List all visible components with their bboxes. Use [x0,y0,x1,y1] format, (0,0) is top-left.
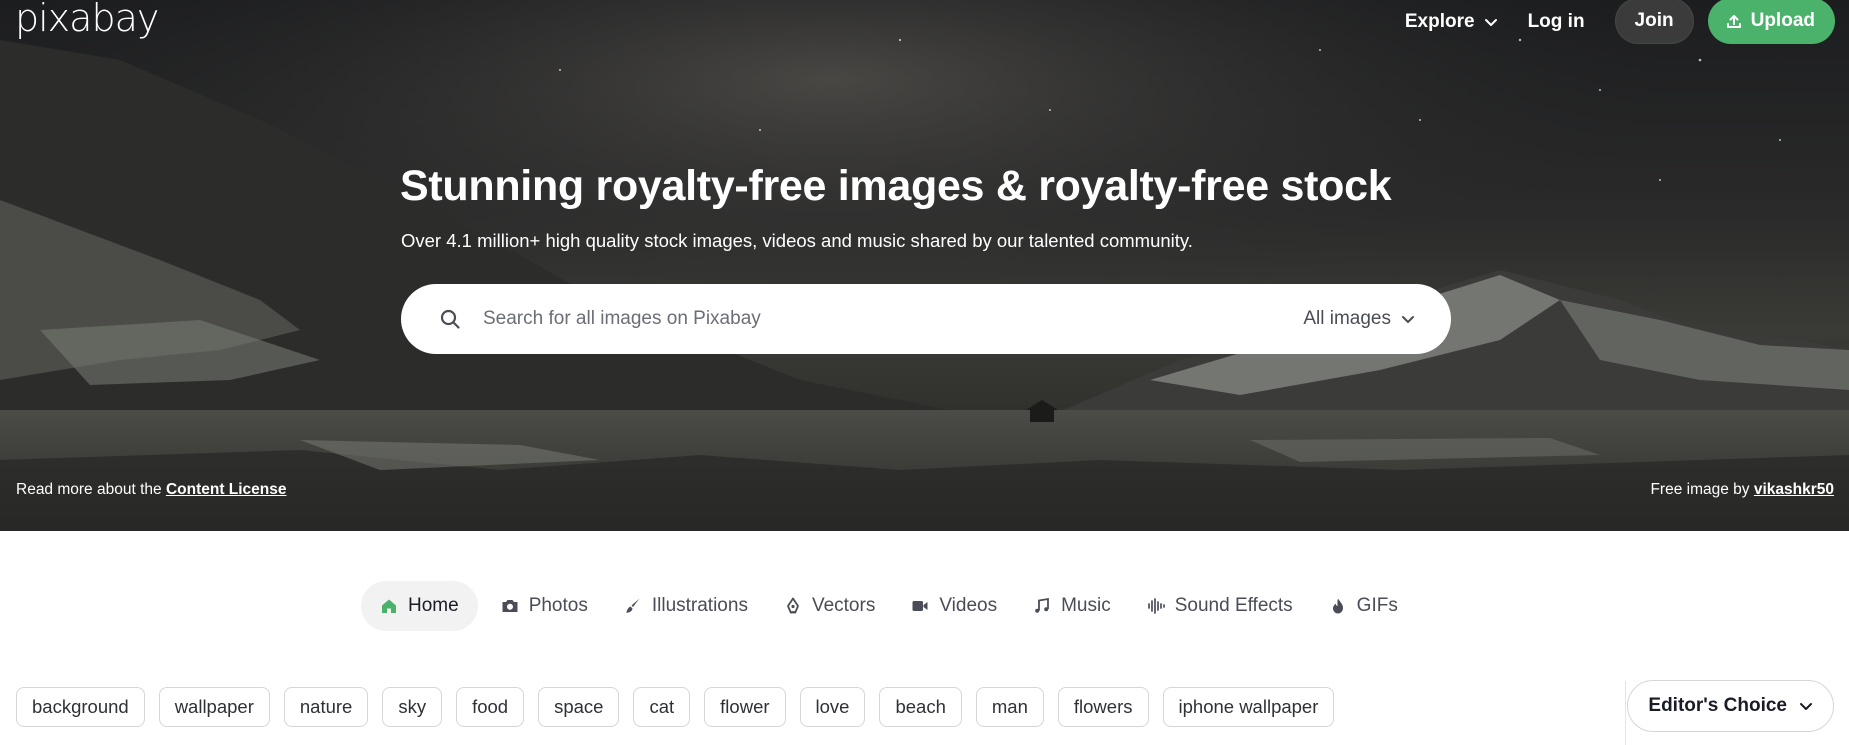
tab-label: Illustrations [651,595,748,616]
tab-illustrations[interactable]: Illustrations [607,581,765,631]
tag-chip[interactable]: man [975,687,1044,727]
tab-label: GIFs [1356,595,1398,616]
tag-chip[interactable]: beach [879,687,962,727]
explore-label: Explore [1404,11,1475,32]
join-button[interactable]: Join [1614,0,1694,44]
nav-actions: Explore Log in Join Upload [1405,0,1835,44]
editors-choice-dropdown[interactable]: Editor's Choice [1627,680,1834,732]
media-type-tabs: Home Photos Illustrations Vectors Videos… [361,581,1417,631]
tag-chip[interactable]: love [799,687,866,727]
media-type-dropdown[interactable]: All images [1303,308,1415,330]
hero-background-image [0,0,1849,531]
tab-label: Sound Effects [1174,595,1293,616]
tag-chip[interactable]: background [16,687,145,727]
tag-chip[interactable]: food [456,687,525,727]
tab-label: Home [408,595,459,616]
camera-icon [502,600,518,612]
upload-button[interactable]: Upload [1707,0,1835,44]
video-icon [912,601,928,611]
flame-icon [1332,598,1343,614]
search-bar: All images [401,284,1451,354]
chevron-down-icon [1800,703,1812,710]
pixabay-logo[interactable]: pixabay [15,0,159,40]
tag-chip[interactable]: wallpaper [158,687,270,727]
waveform-icon [1147,598,1165,614]
license-prefix: Read more about the [16,481,166,498]
chevron-down-icon [1402,316,1414,323]
tag-chip[interactable]: space [538,687,620,727]
chevron-down-icon [1484,19,1497,26]
filter-divider [1625,681,1626,745]
image-credit: Free image by vikashkr50 [1650,481,1834,499]
tab-label: Videos [939,595,998,616]
tab-label: Vectors [811,595,876,616]
tab-vectors[interactable]: Vectors [767,581,892,631]
editors-choice-label: Editor's Choice [1648,695,1787,716]
upload-icon [1726,15,1741,28]
hero-banner: pixabay Explore Log in Join Upload Stunn… [0,0,1849,531]
tab-gifs[interactable]: GIFs [1312,581,1415,631]
tab-music[interactable]: Music [1016,581,1128,631]
brush-icon [625,598,640,613]
page-title: Stunning royalty-free images & royalty-f… [400,162,1392,210]
tag-chip[interactable]: cat [633,687,691,727]
home-icon [382,599,396,613]
pen-tool-icon [787,597,799,614]
tab-videos[interactable]: Videos [894,581,1014,631]
credit-prefix: Free image by [1650,481,1754,498]
tab-label: Photos [528,595,588,616]
photographer-link[interactable]: vikashkr50 [1754,481,1834,498]
top-navigation: pixabay Explore Log in Join Upload [0,0,1849,44]
explore-menu-button[interactable]: Explore [1405,11,1498,33]
tab-photos[interactable]: Photos [484,581,605,631]
hero-subtitle: Over 4.1 million+ high quality stock ima… [401,230,1193,251]
login-link[interactable]: Log in [1528,11,1585,33]
tag-chip[interactable]: flowers [1057,687,1149,727]
tag-chip[interactable]: nature [283,687,369,727]
tag-chip[interactable]: iphone wallpaper [1162,687,1335,727]
tab-label: Music [1061,595,1111,616]
content-license-link[interactable]: Content License [166,481,287,498]
tab-home[interactable]: Home [361,581,478,631]
tab-sound-effects[interactable]: Sound Effects [1130,581,1310,631]
license-note: Read more about the Content License [16,481,287,499]
search-icon[interactable] [439,308,461,330]
tag-chip[interactable]: flower [704,687,786,727]
tag-chip[interactable]: sky [382,687,443,727]
popular-tags: background wallpaper nature sky food spa… [16,687,1348,727]
upload-label: Upload [1750,10,1815,31]
music-note-icon [1035,597,1049,613]
search-input[interactable] [483,308,1304,330]
media-type-label: All images [1303,308,1391,329]
